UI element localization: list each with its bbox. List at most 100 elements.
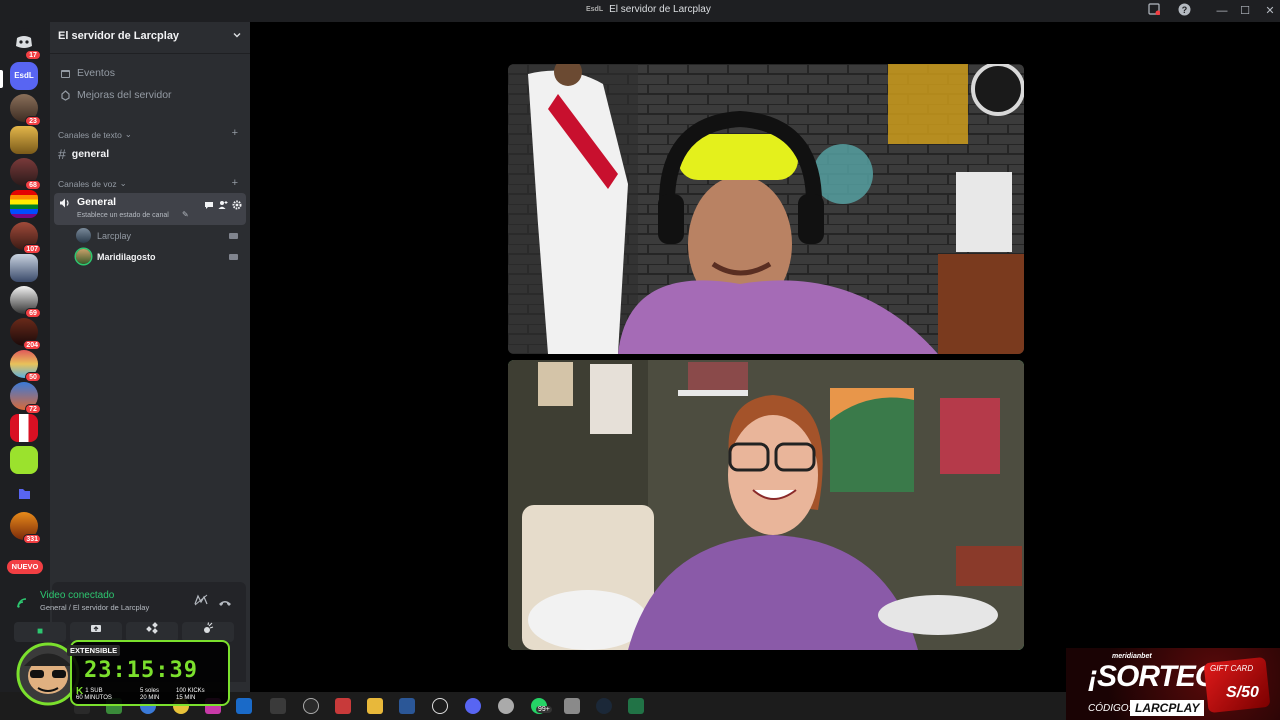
gift-card-value: S/50 [1226, 684, 1259, 701]
server-icon[interactable]: 204 [10, 318, 41, 350]
server-icon[interactable]: 68 [10, 158, 41, 190]
stat-top: 100 KICKs [176, 688, 205, 694]
speaker-icon [59, 196, 71, 214]
server-name: El servidor de Larcplay [58, 30, 180, 42]
new-badge: NUEVO [7, 560, 43, 574]
promo-overlay: meridianbet ¡SORTEO! CÓDIGO: LARCPLAY GI… [1066, 648, 1280, 720]
voice-category[interactable]: Canales de voz ⌄ [58, 178, 127, 189]
folder-icon[interactable] [10, 484, 38, 512]
text-category-label: Canales de texto [58, 129, 122, 140]
chevron-down-icon: ⌄ [119, 178, 127, 188]
voice-user-name: Maridilagosto [97, 251, 156, 262]
nav-boosts-label: Mejoras del servidor [77, 89, 172, 101]
hash-icon: # [58, 146, 66, 162]
video-feed [508, 64, 1024, 354]
excel-icon[interactable] [628, 698, 644, 714]
connection-location[interactable]: General / El servidor de Larcplay [40, 603, 149, 612]
home-badge: 17 [25, 50, 41, 60]
soundboard-icon [204, 622, 214, 633]
voice-channel-status[interactable]: Establece un estado de canal [77, 212, 169, 219]
timer-stat: 100 KICKs 15 MIN [176, 688, 205, 702]
kick-icon: K [76, 686, 84, 697]
folder-icon[interactable] [367, 698, 383, 714]
voice-channel-general[interactable]: General Establece un estado de canal ✎ [54, 193, 246, 225]
timer-label: EXTENSIBLE [67, 645, 121, 656]
server-badge: 23 [25, 116, 41, 126]
gear-icon[interactable] [232, 197, 242, 215]
window-title-text: El servidor de Larcplay [609, 4, 711, 15]
timer-stat: 5 soles 20 MIN [140, 688, 159, 702]
server-logo-small: EsdL [586, 6, 604, 13]
avatar [76, 228, 91, 243]
steam-icon[interactable] [596, 698, 612, 714]
add-voice-channel-icon[interactable]: + [232, 177, 238, 189]
server-icon[interactable] [10, 190, 38, 218]
server-icon[interactable] [10, 446, 38, 474]
connection-status[interactable]: Video conectado [40, 590, 114, 601]
text-category[interactable]: Canales de texto ⌄ [58, 129, 132, 140]
discord-icon[interactable] [465, 698, 481, 714]
minimize-button[interactable]: — [1214, 3, 1230, 19]
app-icon[interactable] [303, 698, 319, 714]
window-title-bar: EsdL El servidor de Larcplay ? — ☐ ✕ [0, 0, 1280, 22]
server-icon[interactable] [10, 414, 38, 442]
server-icon[interactable] [10, 254, 38, 282]
gift-card-title: GIFT CARD [1210, 664, 1254, 673]
app-icon[interactable] [498, 698, 514, 714]
app-icon[interactable] [335, 698, 351, 714]
server-icon[interactable]: 23 [10, 94, 41, 126]
video-tile-maridilagosto[interactable] [508, 360, 1024, 650]
home-button[interactable]: 17 [10, 28, 41, 60]
nav-boosts[interactable]: Mejoras del servidor [60, 89, 172, 101]
pencil-icon[interactable]: ✎ [182, 210, 189, 219]
nav-events-label: Eventos [77, 67, 115, 79]
help-icon[interactable]: ? [1176, 3, 1192, 19]
server-icon[interactable]: 72 [10, 382, 41, 414]
chevron-down-icon [232, 30, 242, 45]
stat-bottom: 15 MIN [176, 695, 196, 701]
voice-user-name: Larcplay [97, 230, 132, 241]
server-header[interactable]: El servidor de Larcplay [50, 22, 250, 54]
channel-general-text[interactable]: # general [58, 146, 109, 162]
disconnect-icon[interactable] [218, 595, 232, 613]
chat-icon[interactable] [204, 197, 214, 215]
add-user-icon[interactable] [218, 197, 228, 215]
voice-user[interactable]: Larcplay [76, 228, 131, 243]
signal-icon [16, 596, 28, 614]
promo-code: LARCPLAY [1130, 700, 1205, 716]
server-current[interactable]: EsdL [10, 62, 38, 90]
app-icon[interactable] [432, 698, 448, 714]
calendar-icon [61, 69, 70, 78]
timer-value: 23:15:39 [84, 658, 198, 683]
selected-server-pill [0, 70, 3, 88]
server-icon[interactable]: 50 [10, 350, 41, 382]
svg-text:?: ? [1181, 5, 1187, 15]
close-button[interactable]: ✕ [1262, 3, 1278, 19]
outlook-icon[interactable] [236, 698, 252, 714]
activities-icon [146, 622, 158, 634]
server-icon[interactable]: 69 [10, 286, 41, 318]
video-stage [250, 22, 1280, 692]
voice-user[interactable]: Maridilagosto [76, 249, 156, 264]
screen-share-icon [91, 625, 101, 632]
video-tile-larcplay[interactable] [508, 64, 1024, 354]
server-icon[interactable] [10, 126, 38, 154]
server-icon[interactable]: 331 [10, 512, 41, 544]
inbox-icon[interactable] [1146, 3, 1162, 19]
stream-timer-overlay: EXTENSIBLE 23:15:39 K 1 SUB 60 MINUTOS 5… [12, 634, 232, 708]
stat-bottom: 20 MIN [140, 695, 160, 701]
video-camera-icon [229, 254, 238, 260]
chevron-down-icon: ⌄ [124, 129, 132, 139]
nav-events[interactable]: Eventos [60, 67, 115, 79]
app-icon[interactable] [270, 698, 286, 714]
noise-suppression-icon[interactable] [194, 594, 208, 609]
word-icon[interactable] [399, 698, 415, 714]
avatar [76, 249, 91, 264]
server-icon[interactable]: 107 [10, 222, 41, 254]
stat-bottom: 60 MINUTOS [76, 695, 112, 701]
promo-code-label: CÓDIGO: [1088, 703, 1132, 714]
calculator-icon[interactable] [564, 698, 580, 714]
maximize-button[interactable]: ☐ [1237, 3, 1253, 19]
add-text-channel-icon[interactable]: + [232, 127, 238, 139]
server-badge: 68 [25, 180, 41, 190]
